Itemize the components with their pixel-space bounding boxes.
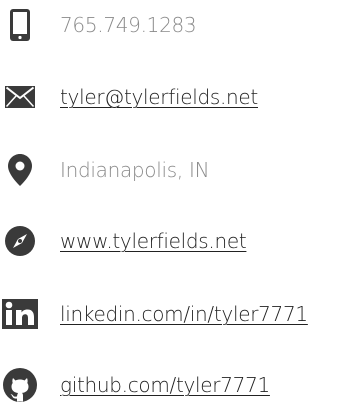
contact-row-location: Indianapolis, IN	[0, 148, 341, 192]
map-pin-icon	[0, 148, 40, 192]
contact-row-phone: 765.749.1283	[0, 3, 341, 47]
linkedin-icon	[0, 292, 40, 336]
compass-icon	[0, 219, 40, 263]
contact-row-website: www.tylerfields.net	[0, 219, 341, 263]
location-text: Indianapolis, IN	[60, 158, 210, 182]
phone-number: 765.749.1283	[60, 13, 197, 37]
phone-icon	[0, 3, 40, 47]
envelope-icon	[0, 75, 40, 119]
contact-row-email: tyler@tylerfields.net	[0, 75, 341, 119]
contact-row-github: github.com/tyler7771	[0, 363, 341, 407]
contact-list: 765.749.1283 tyler@tylerfields.net India…	[0, 0, 341, 402]
linkedin-link[interactable]: linkedin.com/in/tyler7771	[60, 292, 308, 336]
github-icon	[0, 363, 40, 407]
email-link[interactable]: tyler@tylerfields.net	[60, 75, 258, 119]
github-link[interactable]: github.com/tyler7771	[60, 363, 270, 407]
contact-row-linkedin: linkedin.com/in/tyler7771	[0, 292, 341, 336]
website-link[interactable]: www.tylerfields.net	[60, 219, 247, 263]
